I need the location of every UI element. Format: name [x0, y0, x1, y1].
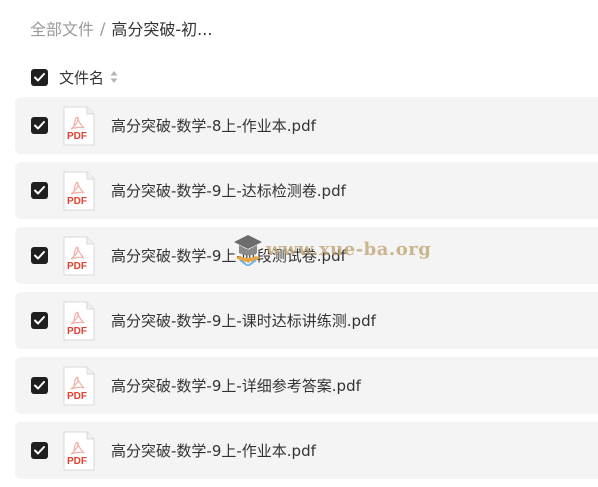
pdf-icon-label: PDF — [67, 391, 87, 402]
file-browser: 全部文件 / 高分突破-初... 文件名 PDF 高分突破-数学-8上-作业本.p… — [0, 0, 598, 487]
file-name[interactable]: 高分突破-数学-8上-作业本.pdf — [111, 115, 316, 136]
pdf-file-icon: PDF — [63, 301, 95, 340]
pdf-file-icon: PDF — [63, 106, 95, 145]
pdf-icon-label: PDF — [67, 196, 87, 207]
file-checkbox[interactable] — [31, 442, 48, 459]
pdf-icon-label: PDF — [67, 131, 87, 142]
pdf-icon-label: PDF — [67, 456, 87, 467]
file-name[interactable]: 高分突破-数学-9上-课时达标讲练测.pdf — [111, 310, 376, 331]
file-row[interactable]: PDF 高分突破-数学-9上-详细参考答案.pdf — [15, 357, 598, 414]
pdf-icon-label: PDF — [67, 326, 87, 337]
breadcrumb: 全部文件 / 高分突破-初... — [30, 16, 212, 40]
checkmark-icon — [34, 251, 45, 260]
file-name[interactable]: 高分突破-数学-9上-阶段测试卷.pdf — [111, 245, 346, 266]
pdf-file-icon: PDF — [63, 236, 95, 275]
column-header-filename[interactable]: 文件名 — [59, 67, 104, 88]
checkmark-icon — [34, 381, 45, 390]
sort-icon[interactable] — [110, 70, 118, 84]
file-row[interactable]: PDF 高分突破-数学-9上-作业本.pdf — [15, 422, 598, 479]
file-name[interactable]: 高分突破-数学-9上-详细参考答案.pdf — [111, 375, 361, 396]
file-row[interactable]: PDF 高分突破-数学-9上-阶段测试卷.pdf — [15, 227, 598, 284]
pdf-file-icon: PDF — [63, 366, 95, 405]
file-checkbox[interactable] — [31, 182, 48, 199]
checkmark-icon — [34, 121, 45, 130]
checkmark-icon — [34, 316, 45, 325]
file-row[interactable]: PDF 高分突破-数学-8上-作业本.pdf — [15, 97, 598, 154]
file-row[interactable]: PDF 高分突破-数学-9上-达标检测卷.pdf — [15, 162, 598, 219]
breadcrumb-current-folder: 高分突破-初... — [111, 20, 213, 39]
pdf-file-icon: PDF — [63, 171, 95, 210]
file-checkbox[interactable] — [31, 117, 48, 134]
file-name[interactable]: 高分突破-数学-9上-达标检测卷.pdf — [111, 180, 346, 201]
select-all-checkbox[interactable] — [31, 68, 48, 86]
file-checkbox[interactable] — [31, 312, 48, 329]
file-name[interactable]: 高分突破-数学-9上-作业本.pdf — [111, 440, 316, 461]
file-list-header: 文件名 — [31, 66, 118, 88]
file-checkbox[interactable] — [31, 247, 48, 264]
checkmark-icon — [34, 446, 45, 455]
file-row[interactable]: PDF 高分突破-数学-9上-课时达标讲练测.pdf — [15, 292, 598, 349]
pdf-icon-label: PDF — [67, 261, 87, 272]
breadcrumb-root-link[interactable]: 全部文件 — [30, 16, 94, 40]
file-checkbox[interactable] — [31, 377, 48, 394]
checkmark-icon — [34, 72, 45, 81]
breadcrumb-separator: / — [100, 18, 106, 38]
pdf-file-icon: PDF — [63, 431, 95, 470]
checkmark-icon — [34, 186, 45, 195]
